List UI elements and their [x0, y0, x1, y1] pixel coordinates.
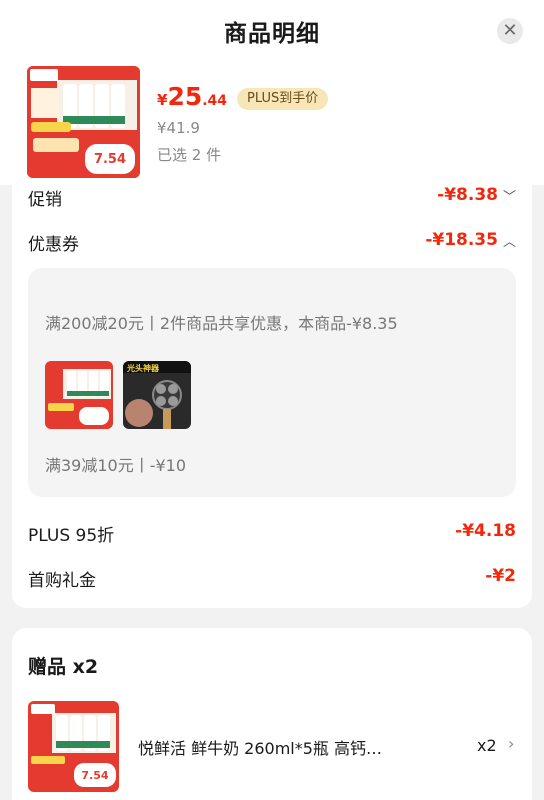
price-integer: 25: [167, 82, 203, 111]
coupon-row-toggle[interactable]: -¥18.35 ︿: [425, 230, 516, 250]
milk-thumb-image: [45, 361, 113, 429]
gift-product-name[interactable]: 悦鲜活 鲜牛奶 260ml*5瓶 高钙…: [138, 735, 448, 759]
close-icon[interactable]: ✕: [497, 18, 523, 44]
coupon-details-panel: 满200减20元丨2件商品共享优惠，本商品-¥8.35 光头神器 满39减10元…: [28, 268, 516, 497]
price-symbol: ¥: [157, 91, 168, 109]
coupon-rule-2: 满39减10元丨-¥10: [45, 456, 187, 475]
coupon-label: 优惠券: [28, 235, 79, 255]
original-price: ¥41.9: [157, 119, 200, 137]
milk-bottles-image: 7.54: [27, 66, 140, 178]
gift-milk-image: 7.54: [28, 701, 119, 792]
price-decimal: .44: [202, 93, 228, 109]
promo-row-toggle[interactable]: -¥8.38 ﹀: [437, 185, 516, 205]
gift-card: 赠品 x2 7.54 悦鲜活 鲜牛奶 260ml*5瓶 高钙… x2 ›: [12, 628, 532, 800]
product-detail-sheet: 商品明细 ✕ 7.54 ¥ 25 .44 PLUS到手价 ¥41.9 已选 2 …: [0, 0, 544, 185]
plus-discount-value: -¥4.18: [455, 521, 516, 541]
coupon-value: -¥18.35: [425, 230, 498, 250]
svg-text:7.54: 7.54: [94, 152, 126, 167]
plus-discount-label: PLUS 95折: [28, 526, 115, 546]
chevron-right-icon[interactable]: ›: [508, 734, 514, 753]
discount-card: 促销 -¥8.38 ﹀ 优惠券 -¥18.35 ︿ 满200减20元丨2件商品共…: [12, 185, 532, 608]
first-purchase-label: 首购礼金: [28, 571, 96, 591]
coupon-rule-1: 满200减20元丨2件商品共享优惠，本商品-¥8.35: [45, 314, 398, 333]
gift-quantity: x2: [477, 736, 497, 755]
first-purchase-value: -¥2: [485, 566, 516, 586]
plus-price-badge: PLUS到手价: [237, 88, 329, 110]
shaver-thumb-caption: 光头神器: [126, 363, 160, 373]
svg-text:7.54: 7.54: [81, 769, 108, 782]
promo-label: 促销: [28, 190, 62, 210]
selected-count: 已选 2 件: [157, 146, 222, 164]
gift-title: 赠品 x2: [28, 656, 99, 678]
gift-product-image[interactable]: 7.54: [28, 701, 119, 792]
coupon-product-shaver[interactable]: 光头神器: [123, 361, 191, 429]
chevron-down-icon: ﹀: [502, 189, 516, 205]
chevron-up-icon: ︿: [502, 234, 516, 250]
page-title: 商品明细: [224, 21, 320, 47]
shaver-thumb-image: 光头神器: [123, 361, 191, 429]
coupon-product-milk[interactable]: [45, 361, 113, 429]
product-image[interactable]: 7.54: [27, 66, 140, 178]
price-row: ¥ 25 .44 PLUS到手价: [157, 82, 329, 114]
promo-value: -¥8.38: [437, 185, 498, 205]
